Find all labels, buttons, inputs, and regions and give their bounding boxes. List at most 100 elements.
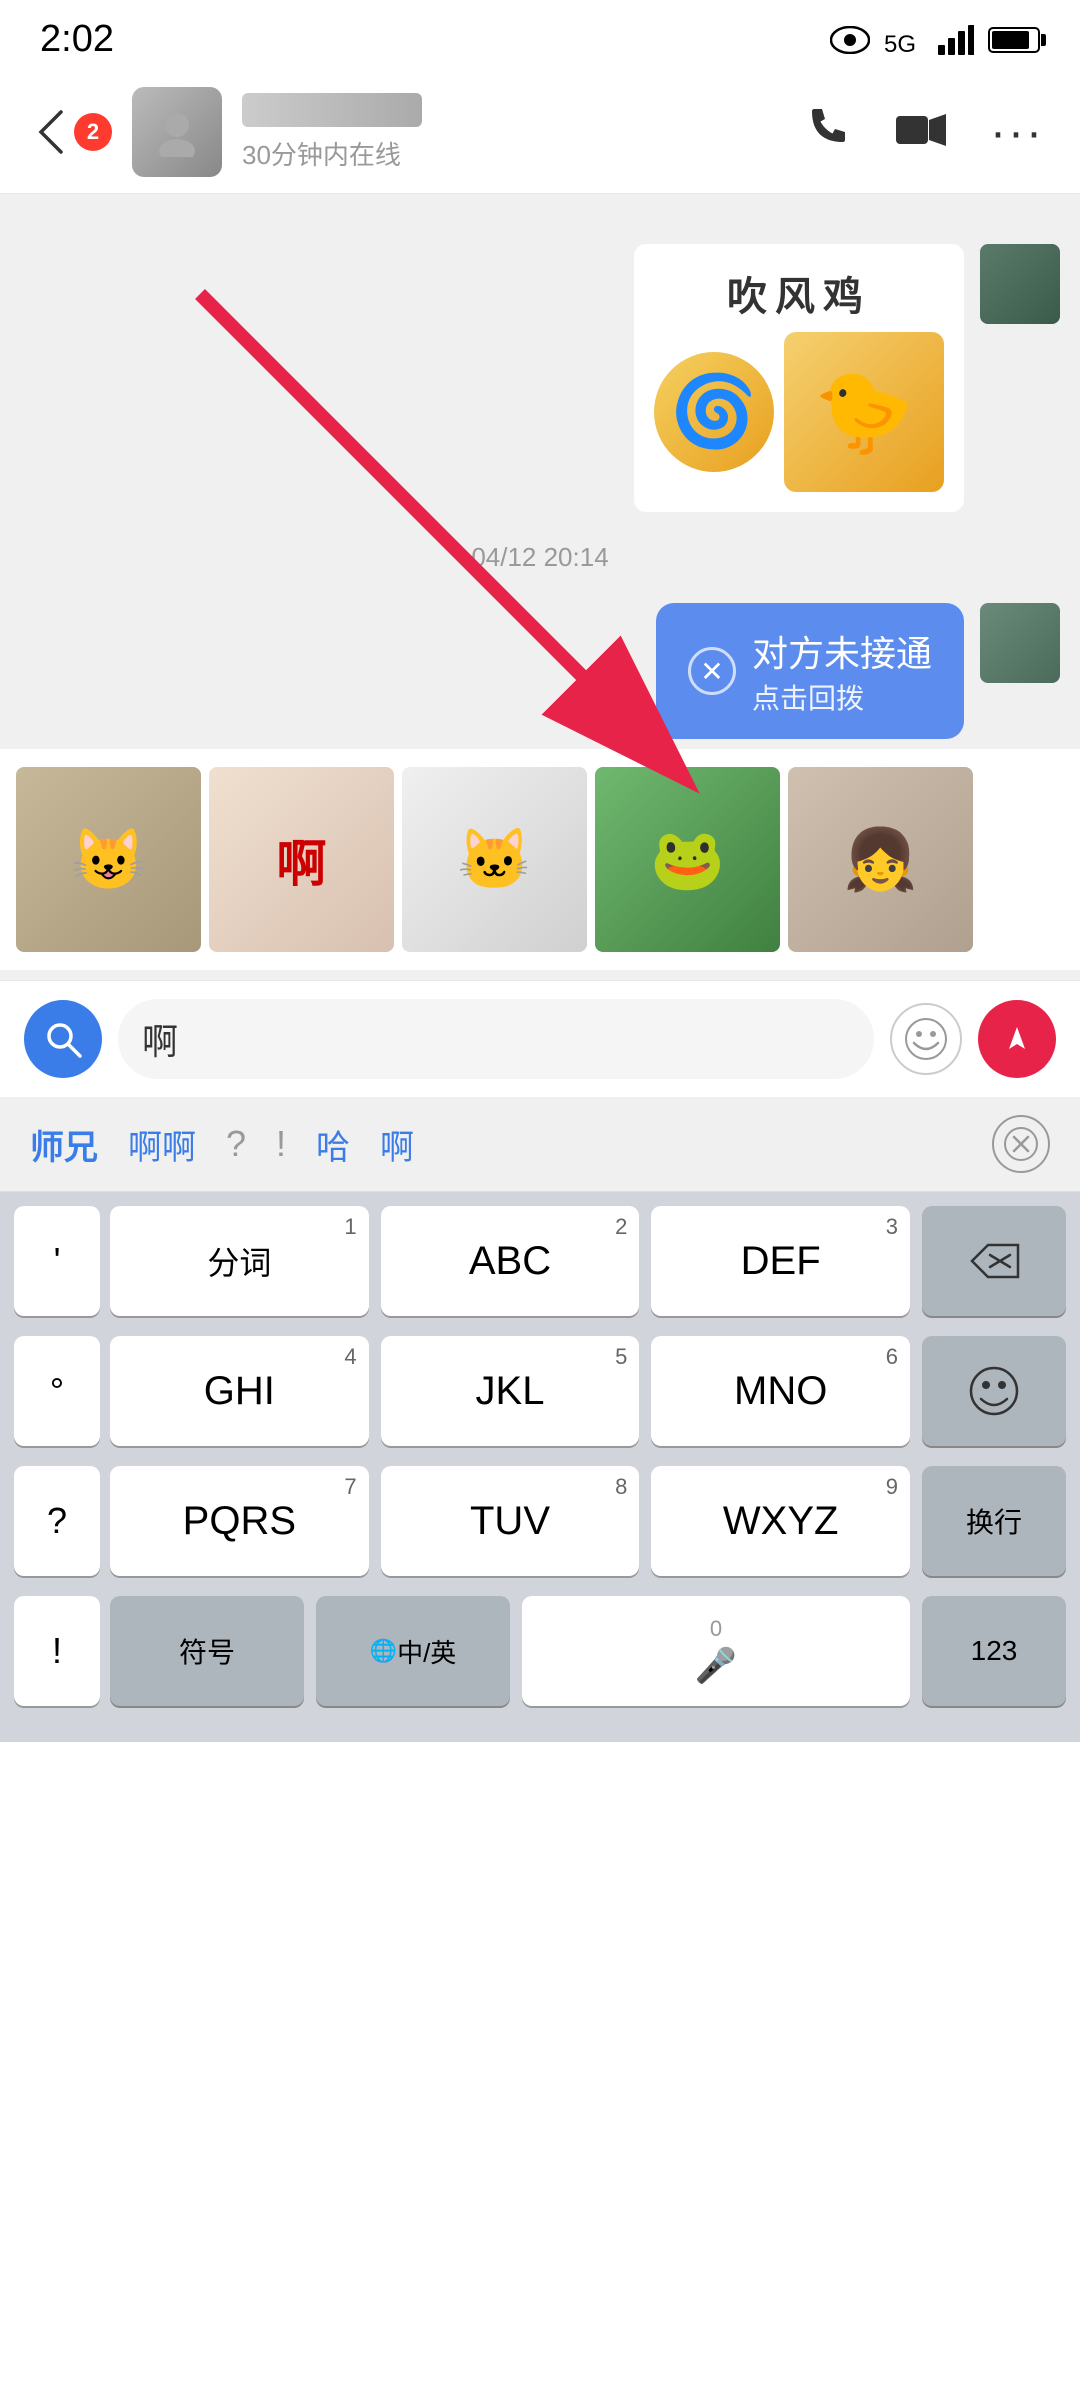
chinese-english-button[interactable]: 🌐 中/英	[316, 1596, 510, 1706]
key-degree[interactable]: °	[14, 1336, 100, 1446]
sticker-title: 吹风鸡	[654, 264, 944, 322]
autocomplete-item-1[interactable]: 啊啊	[128, 1120, 196, 1169]
key-fenci[interactable]: 1 分词	[110, 1206, 369, 1316]
call-missed-message[interactable]: ✕ 对方未接通 点击回拨	[0, 593, 1080, 749]
emoji-keyboard-button[interactable]	[922, 1336, 1066, 1446]
key-num-4: 4	[344, 1344, 356, 1370]
key-tuv[interactable]: 8 TUV	[381, 1466, 640, 1576]
key-num-1: 1	[344, 1214, 356, 1240]
key-abc[interactable]: 2 ABC	[381, 1206, 640, 1316]
wifi-icon: 5G	[884, 24, 924, 56]
key-num-6: 6	[886, 1344, 898, 1370]
call-bubble[interactable]: ✕ 对方未接通 点击回拨	[656, 603, 964, 739]
search-icon	[43, 1019, 83, 1059]
sticker-thumb-4[interactable]: 🐸	[595, 767, 780, 952]
video-call-icon[interactable]	[896, 105, 948, 159]
key-question[interactable]: ?	[14, 1466, 100, 1576]
backspace-button[interactable]	[922, 1206, 1066, 1316]
key-tuv-label: TUV	[470, 1499, 550, 1544]
key-pqrs[interactable]: 7 PQRS	[110, 1466, 369, 1576]
delete-circle-icon	[1003, 1126, 1039, 1162]
key-pqrs-label: PQRS	[183, 1499, 296, 1544]
cn-en-label: 中/英	[397, 1633, 456, 1670]
key-ghi-label: GHI	[204, 1369, 275, 1414]
punct-col-4: !	[8, 1590, 104, 1712]
key-def[interactable]: 3 DEF	[651, 1206, 910, 1316]
call-x-icon: ✕	[688, 647, 736, 695]
autocomplete-delete-button[interactable]	[992, 1115, 1050, 1173]
key-def-label: DEF	[741, 1239, 821, 1284]
video-svg	[896, 112, 948, 148]
search-input[interactable]: 啊	[118, 999, 874, 1079]
number-mode-button[interactable]: 123	[922, 1596, 1066, 1706]
key-jkl-label: JKL	[476, 1369, 545, 1414]
autocomplete-item-4[interactable]: 哈	[316, 1120, 350, 1169]
key-num-7: 7	[344, 1474, 356, 1500]
key-abc-label: ABC	[469, 1239, 551, 1284]
punct-col-2: °	[8, 1330, 104, 1452]
symbol-button[interactable]: 符号	[110, 1596, 304, 1706]
message-timestamp: 04/12 20:14	[0, 542, 1080, 573]
mic-icon: 🎤	[695, 1646, 737, 1686]
back-button[interactable]: 2	[36, 107, 112, 157]
avatar-icon	[152, 107, 202, 157]
autocomplete-bar: 师兄 啊啊 ? ! 哈 啊	[0, 1097, 1080, 1192]
key-ghi[interactable]: 4 GHI	[110, 1336, 369, 1446]
key-jkl[interactable]: 5 JKL	[381, 1336, 640, 1446]
key-mno-label: MNO	[734, 1369, 827, 1414]
phone-call-icon[interactable]	[806, 103, 854, 162]
send-button[interactable]	[978, 1000, 1056, 1078]
backspace-icon	[968, 1241, 1020, 1281]
more-options-icon[interactable]: ···	[990, 105, 1044, 160]
search-button[interactable]	[24, 1000, 102, 1078]
sticker-image-area: 🌀 🐤	[654, 332, 944, 492]
search-bar: 啊	[0, 980, 1080, 1097]
chat-area: 吹风鸡 🌀 🐤 04/12 20:14 ✕ 对方未接通 点击回拨	[0, 194, 1080, 980]
unread-badge: 2	[74, 113, 112, 151]
battery-icon	[988, 27, 1040, 53]
emoji-face-icon	[968, 1365, 1020, 1417]
eye-icon	[830, 26, 870, 54]
punct-col: '	[8, 1200, 104, 1322]
contact-info: 30分钟内在线	[242, 93, 786, 172]
key-num-5: 5	[615, 1344, 627, 1370]
key-wxyz[interactable]: 9 WXYZ	[651, 1466, 910, 1576]
key-quote[interactable]: '	[14, 1206, 100, 1316]
emoji-button[interactable]	[890, 1003, 962, 1075]
my-avatar	[980, 603, 1060, 683]
sticker-thumb-5[interactable]: 👧	[788, 767, 973, 952]
key-exclaim[interactable]: !	[14, 1596, 100, 1706]
sticker-message: 吹风鸡 🌀 🐤	[0, 214, 1080, 522]
autocomplete-item-5[interactable]: 啊	[380, 1120, 414, 1169]
status-time: 2:02	[40, 18, 114, 61]
svg-text:5G: 5G	[884, 31, 916, 56]
sticker-thumb-2[interactable]: 啊	[209, 767, 394, 952]
punct-col-3: ?	[8, 1460, 104, 1582]
call-callback-label: 点击回拨	[752, 677, 932, 717]
phone-svg	[806, 103, 854, 151]
call-text: 对方未接通 点击回拨	[752, 625, 932, 717]
autocomplete-item-0[interactable]: 师兄	[30, 1120, 98, 1169]
chat-messages: 吹风鸡 🌀 🐤 04/12 20:14 ✕ 对方未接通 点击回拨	[0, 214, 1080, 749]
space-button[interactable]: 0 🎤	[522, 1596, 910, 1706]
sender-avatar	[980, 244, 1060, 324]
enter-button[interactable]: 换行	[922, 1466, 1066, 1576]
nav-bar: 2 30分钟内在线 ···	[0, 71, 1080, 194]
sticker-content: 吹风鸡 🌀 🐤	[634, 244, 964, 512]
autocomplete-sep-2: !	[276, 1123, 286, 1165]
symbol-label: 符号	[179, 1631, 235, 1671]
key-num-8: 8	[615, 1474, 627, 1500]
contact-avatar	[132, 87, 222, 177]
key-fenci-label: 分词	[207, 1238, 271, 1284]
keyboard: ' 1 分词 2 ABC 3 DEF °	[0, 1192, 1080, 1742]
key-num-9: 9	[886, 1474, 898, 1500]
send-icon	[997, 1019, 1037, 1059]
signal-icon	[938, 25, 974, 55]
key-num-3: 3	[886, 1214, 898, 1240]
nav-actions: ···	[806, 103, 1044, 162]
key-wxyz-label: WXYZ	[723, 1499, 839, 1544]
key-num-2: 2	[615, 1214, 627, 1240]
sticker-thumb-3[interactable]: 🐱	[402, 767, 587, 952]
sticker-thumb-1[interactable]: 😺	[16, 767, 201, 952]
key-mno[interactable]: 6 MNO	[651, 1336, 910, 1446]
